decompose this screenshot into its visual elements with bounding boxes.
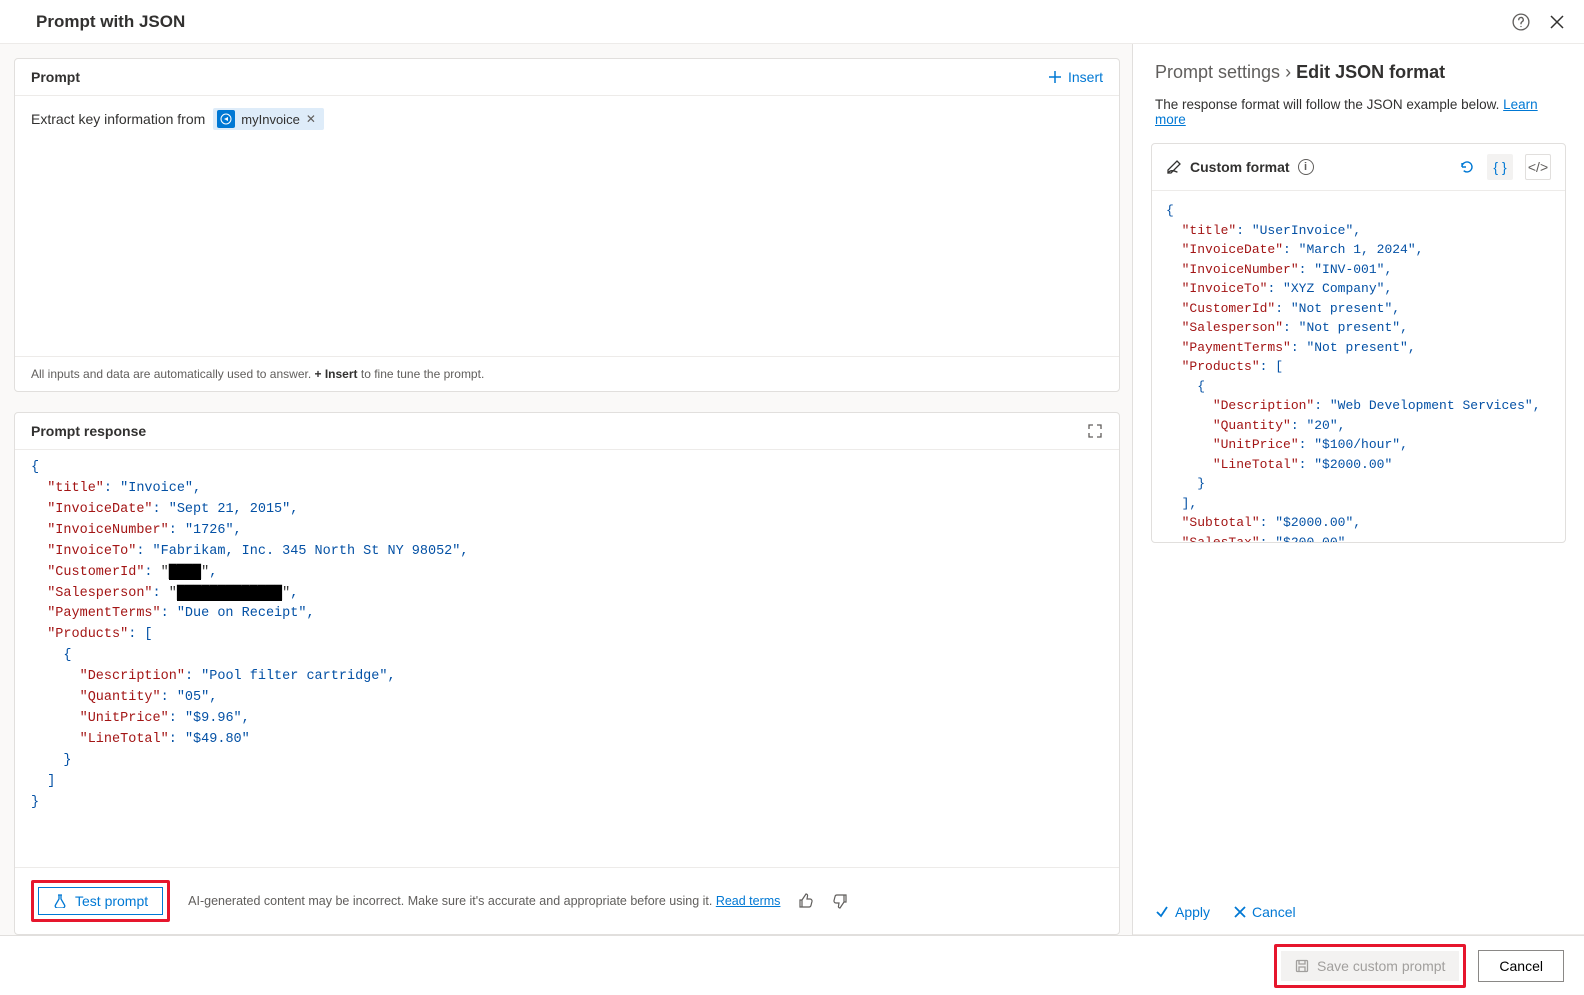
help-icon[interactable] bbox=[1512, 13, 1530, 31]
format-json-editor[interactable]: { "title": "UserInvoice", "InvoiceDate":… bbox=[1152, 191, 1565, 542]
response-json-view[interactable]: { "title": "Invoice", "InvoiceDate": "Se… bbox=[15, 450, 1119, 867]
cancel-button[interactable]: Cancel bbox=[1478, 950, 1564, 982]
test-prompt-label: Test prompt bbox=[75, 893, 148, 909]
ai-disclaimer: AI-generated content may be incorrect. M… bbox=[188, 894, 716, 908]
prompt-footer-hint: All inputs and data are automatically us… bbox=[15, 356, 1119, 391]
prompt-text-prefix: Extract key information from bbox=[31, 111, 205, 127]
side-cancel-button[interactable]: Cancel bbox=[1234, 904, 1296, 920]
variable-label: myInvoice bbox=[241, 112, 300, 127]
json-view-toggle[interactable]: { } bbox=[1487, 154, 1513, 180]
breadcrumb: Prompt settings › Edit JSON format bbox=[1155, 62, 1562, 83]
custom-format-label: Custom format bbox=[1190, 159, 1290, 175]
close-icon[interactable] bbox=[1550, 15, 1564, 29]
variable-icon bbox=[217, 110, 235, 128]
global-footer: Save custom prompt Cancel bbox=[0, 935, 1584, 995]
page-title: Prompt with JSON bbox=[36, 12, 185, 32]
thumbs-up-icon[interactable] bbox=[798, 893, 814, 909]
variable-chip[interactable]: myInvoice ✕ bbox=[213, 108, 324, 130]
info-icon[interactable]: i bbox=[1298, 159, 1314, 175]
breadcrumb-root[interactable]: Prompt settings bbox=[1155, 62, 1280, 82]
titlebar: Prompt with JSON bbox=[0, 0, 1584, 44]
response-header: Prompt response bbox=[31, 423, 146, 439]
apply-button[interactable]: Apply bbox=[1155, 904, 1210, 920]
expand-icon[interactable] bbox=[1087, 423, 1103, 439]
edit-icon bbox=[1166, 159, 1182, 175]
remove-variable-icon[interactable]: ✕ bbox=[306, 112, 316, 126]
read-terms-link[interactable]: Read terms bbox=[716, 894, 781, 908]
code-view-toggle[interactable]: </> bbox=[1525, 154, 1551, 180]
thumbs-down-icon[interactable] bbox=[832, 893, 848, 909]
side-panel: Prompt settings › Edit JSON format The r… bbox=[1132, 44, 1584, 935]
custom-format-card: Custom format i { } </> { "title": "User… bbox=[1151, 143, 1566, 543]
prompt-editor[interactable]: Extract key information from myInvoice ✕ bbox=[15, 96, 1119, 356]
side-cancel-label: Cancel bbox=[1252, 904, 1296, 920]
save-label: Save custom prompt bbox=[1317, 958, 1445, 974]
response-card: Prompt response { "title": "Invoice", "I… bbox=[14, 412, 1120, 935]
prompt-card: Prompt Insert Extract key information fr… bbox=[14, 58, 1120, 392]
test-prompt-button[interactable]: Test prompt bbox=[38, 887, 163, 915]
insert-label: Insert bbox=[1068, 69, 1103, 85]
prompt-header: Prompt bbox=[31, 69, 80, 85]
side-subtext: The response format will follow the JSON… bbox=[1155, 97, 1503, 112]
insert-button[interactable]: Insert bbox=[1048, 69, 1103, 85]
reset-icon[interactable] bbox=[1459, 159, 1475, 175]
save-custom-prompt-button[interactable]: Save custom prompt bbox=[1281, 951, 1459, 981]
breadcrumb-separator: › bbox=[1285, 62, 1296, 82]
breadcrumb-current: Edit JSON format bbox=[1296, 62, 1445, 82]
apply-label: Apply bbox=[1175, 904, 1210, 920]
